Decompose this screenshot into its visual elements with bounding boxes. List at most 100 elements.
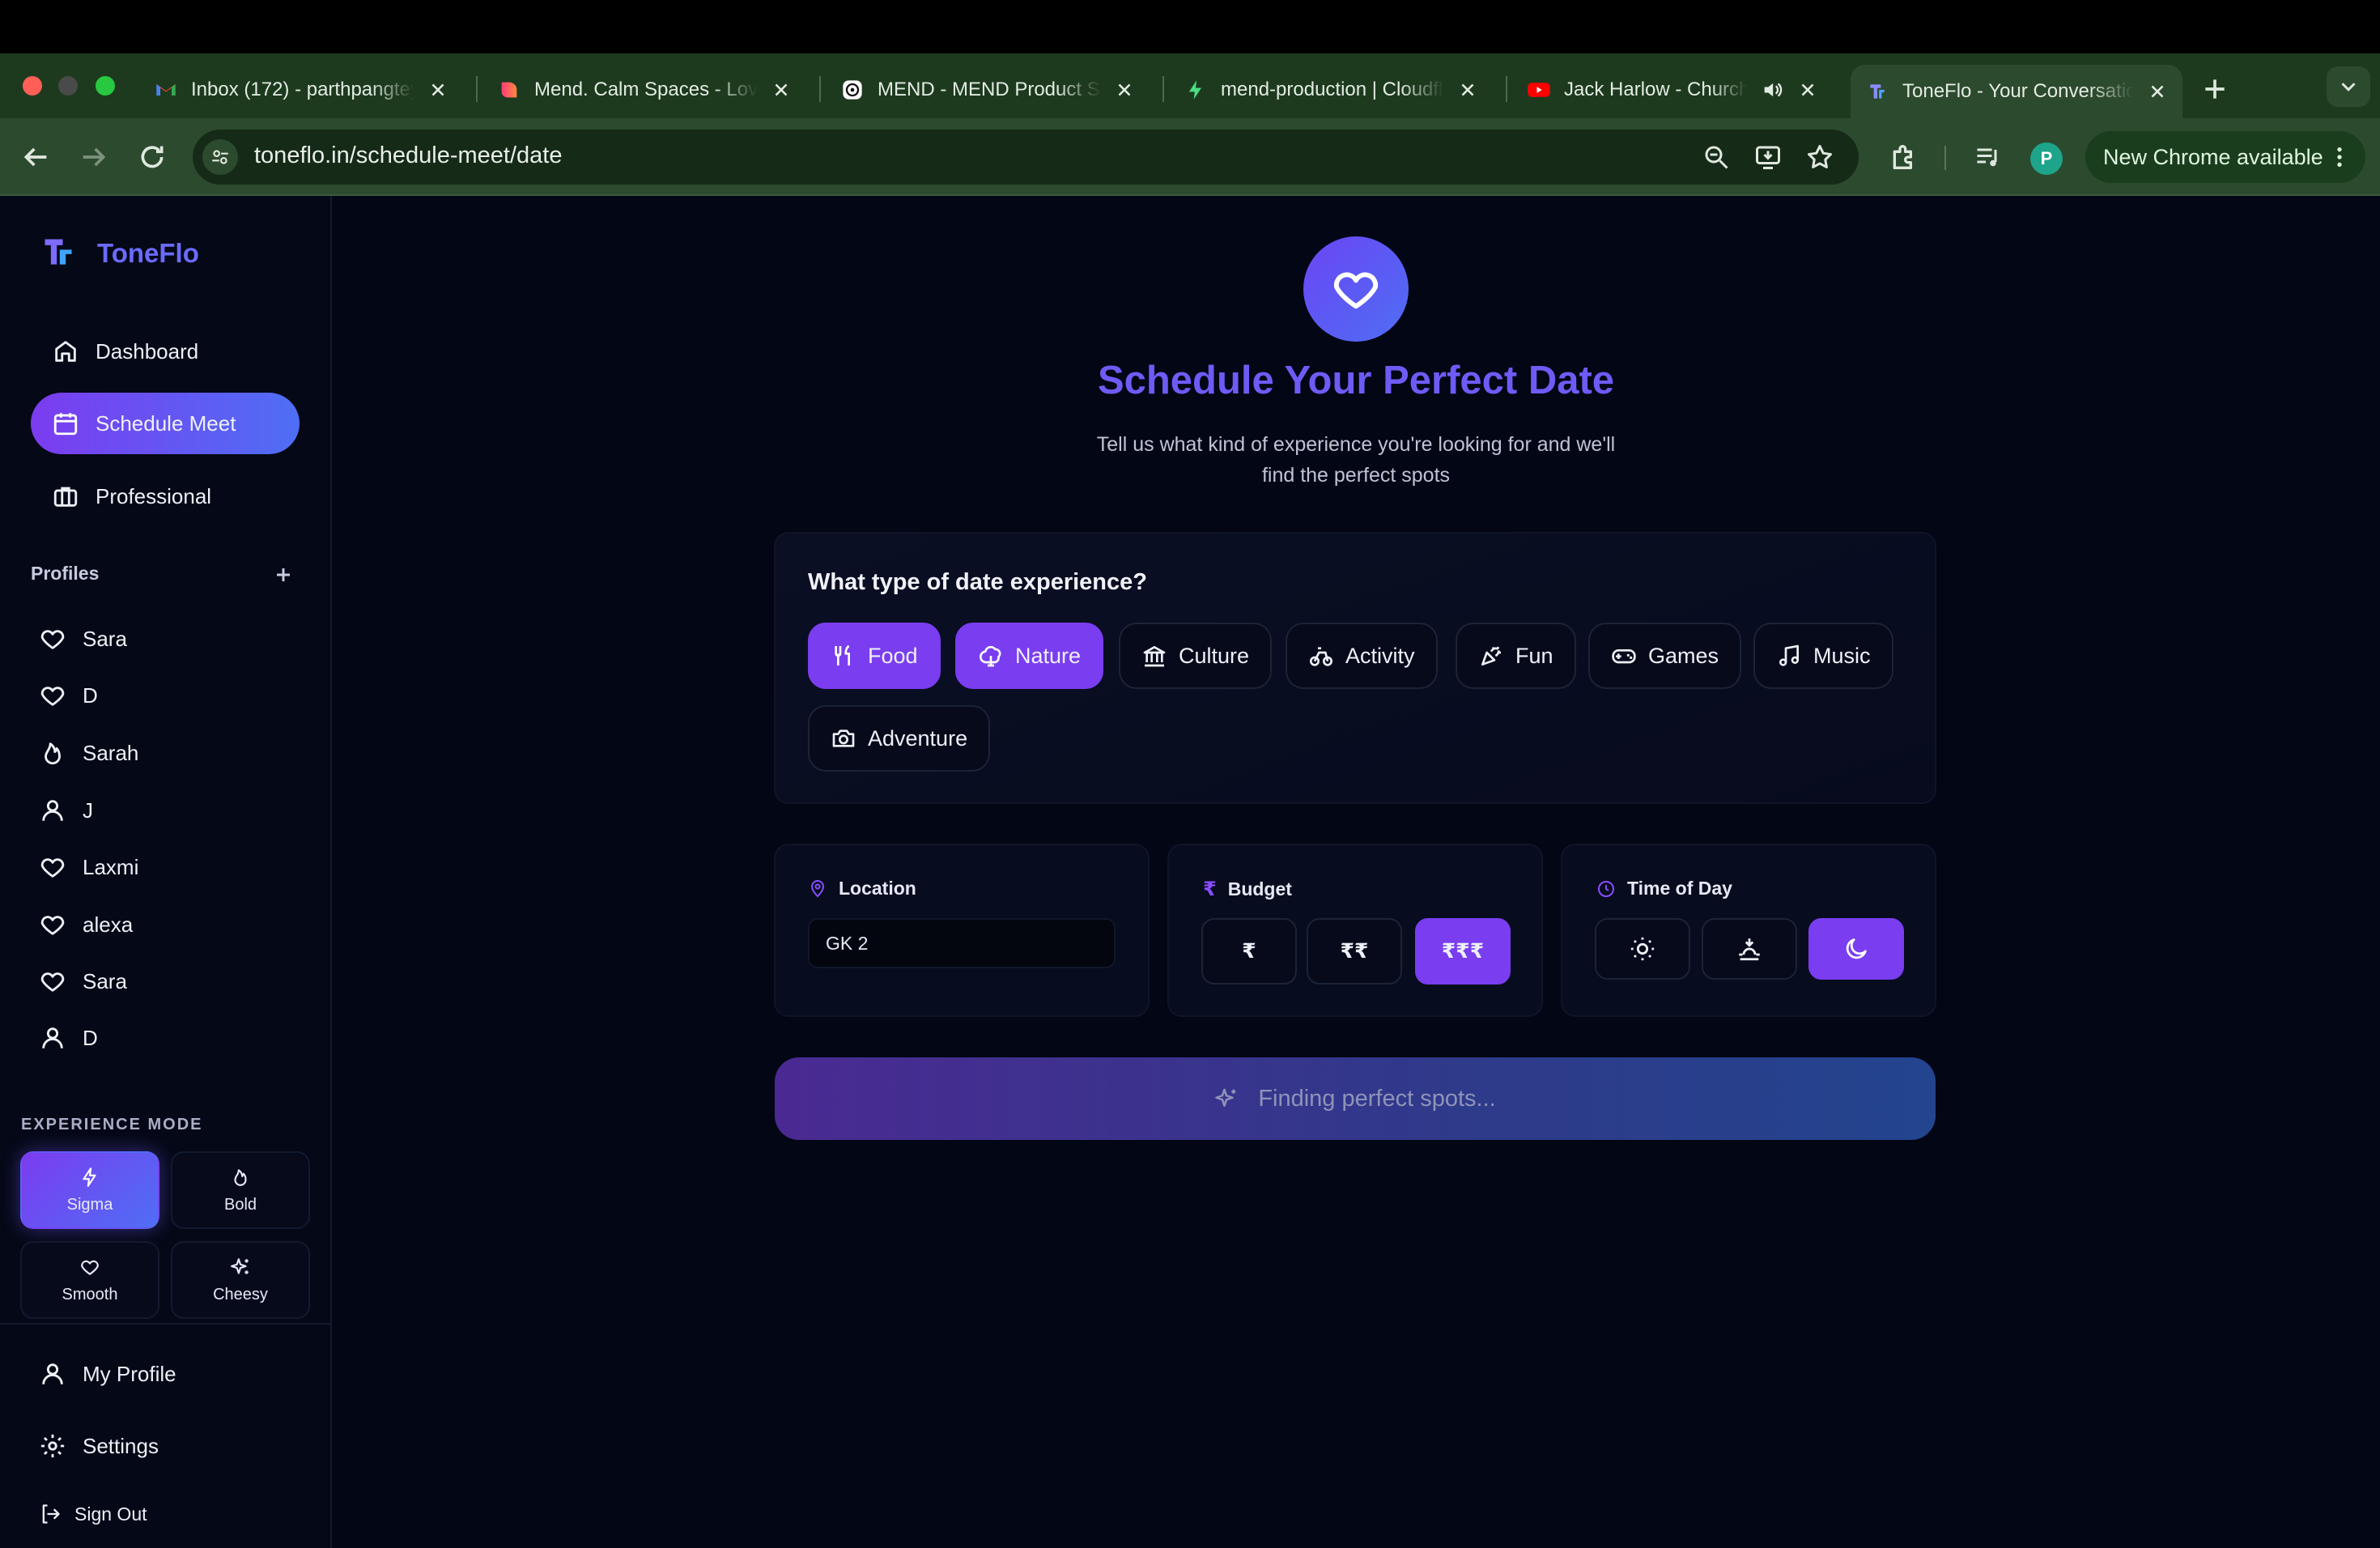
time-option-morning[interactable] xyxy=(1595,918,1690,980)
footer-label: Settings xyxy=(83,1433,159,1458)
type-chip-games[interactable]: Games xyxy=(1588,623,1742,689)
budget-option-low[interactable]: ₹ xyxy=(1201,918,1297,985)
kebab-menu-icon[interactable] xyxy=(2327,144,2352,170)
budget-card: ₹ Budget ₹ ₹₹ ₹₹₹ xyxy=(1167,844,1543,1017)
profile-name: Sarah xyxy=(83,740,139,765)
browser-tab-lovable[interactable]: Mend. Calm Spaces - Lovable xyxy=(482,65,806,115)
profile-name: Sara xyxy=(83,626,127,651)
profile-item[interactable]: J xyxy=(39,790,93,831)
brand-name[interactable]: ToneFlo xyxy=(97,238,199,269)
mode-bold-button[interactable]: Bold xyxy=(171,1151,310,1229)
profile-name: Laxmi xyxy=(83,854,139,879)
new-tab-plus-icon[interactable] xyxy=(2199,73,2231,105)
toolbar-separator xyxy=(1944,146,1946,170)
window-maximize-button[interactable] xyxy=(96,76,115,96)
profile-item[interactable]: D xyxy=(39,675,98,716)
nav-item-professional[interactable]: Professional xyxy=(31,466,300,527)
date-type-question: What type of date experience? xyxy=(808,569,1147,595)
browser-tab-youtube[interactable]: Jack Harlow - Churchill Downs xyxy=(1512,65,1833,115)
sun-icon xyxy=(1630,937,1655,961)
flame-icon xyxy=(234,1168,247,1186)
media-queue-icon[interactable] xyxy=(1974,142,2003,172)
nav-item-label: Professional xyxy=(96,483,212,508)
tree-icon xyxy=(980,645,1001,667)
budget-option-high[interactable]: ₹₹₹ xyxy=(1415,918,1511,985)
mode-sigma-button[interactable]: Sigma xyxy=(20,1151,159,1229)
mode-cheesy-button[interactable]: Cheesy xyxy=(171,1241,310,1319)
browser-tab-mend-spec[interactable]: MEND - MEND Product Spec xyxy=(826,65,1150,115)
back-arrow-icon[interactable] xyxy=(19,141,52,173)
location-input[interactable]: GK 2 xyxy=(808,918,1116,968)
type-chip-fun[interactable]: Fun xyxy=(1456,623,1576,689)
tab-search-chevron-down-icon[interactable] xyxy=(2327,66,2370,107)
close-icon[interactable] xyxy=(427,79,448,100)
install-app-icon[interactable] xyxy=(1753,142,1783,172)
close-icon[interactable] xyxy=(1114,79,1135,100)
mode-label: Cheesy xyxy=(213,1285,268,1303)
heart-icon xyxy=(40,916,65,935)
extensions-puzzle-icon[interactable] xyxy=(1888,141,1920,173)
profile-name: alexa xyxy=(83,912,134,937)
mode-smooth-button[interactable]: Smooth xyxy=(20,1241,159,1319)
profile-item[interactable]: D xyxy=(39,1018,98,1058)
time-option-evening[interactable] xyxy=(1702,918,1797,980)
profile-item[interactable]: Sarah xyxy=(39,733,138,773)
site-settings-icon[interactable] xyxy=(202,139,238,175)
close-icon[interactable] xyxy=(2147,81,2168,102)
chip-label: Nature xyxy=(1015,643,1082,668)
music-icon xyxy=(1779,644,1799,666)
tab-title: Mend. Calm Spaces - Lovable xyxy=(534,79,758,100)
type-chip-culture[interactable]: Culture xyxy=(1119,623,1273,689)
add-profile-plus-icon[interactable] xyxy=(270,562,296,588)
browser-tab-toneflo[interactable]: ToneFlo - Your Conversation xyxy=(1851,65,2182,118)
sidebar-divider xyxy=(0,1323,332,1325)
type-chip-nature[interactable]: Nature xyxy=(955,623,1104,689)
zoom-icon[interactable] xyxy=(1702,142,1731,172)
nav-item-schedule-meet[interactable]: Schedule Meet xyxy=(31,393,300,454)
browser-tab-gmail[interactable]: Inbox (172) - parthpangtey xyxy=(139,65,463,115)
window-close-button[interactable] xyxy=(23,76,42,96)
bookmark-star-icon[interactable] xyxy=(1805,142,1834,172)
new-chrome-available-button[interactable]: New Chrome available xyxy=(2085,131,2365,183)
chip-label: Fun xyxy=(1515,643,1553,668)
url-text[interactable]: toneflo.in/schedule-meet/date xyxy=(254,142,562,169)
browser-tab-cloudflare[interactable]: mend-production | Cloudflare xyxy=(1169,65,1493,115)
reload-icon[interactable] xyxy=(136,141,168,173)
close-icon[interactable] xyxy=(1457,79,1478,100)
nav-item-dashboard[interactable]: Dashboard xyxy=(31,321,300,382)
page-title: Schedule Your Perfect Date xyxy=(1097,359,1615,402)
type-chip-activity[interactable]: Activity xyxy=(1286,623,1438,689)
mode-label: Smooth xyxy=(62,1285,118,1303)
party-popper-icon xyxy=(1481,646,1501,666)
time-option-night[interactable] xyxy=(1808,918,1904,980)
heart-icon xyxy=(81,1260,99,1275)
subtitle-line: find the perfect spots xyxy=(1261,464,1451,487)
gamepad-icon xyxy=(1612,649,1636,664)
close-icon[interactable] xyxy=(771,79,792,100)
profile-item[interactable]: Sara xyxy=(39,619,127,659)
find-spots-button[interactable]: Finding perfect spots... xyxy=(775,1057,1936,1140)
profile-item[interactable]: Sara xyxy=(39,961,127,1002)
type-chip-adventure[interactable]: Adventure xyxy=(808,705,991,772)
forward-arrow-icon[interactable] xyxy=(78,141,110,173)
profile-item[interactable]: alexa xyxy=(39,904,133,945)
close-icon[interactable] xyxy=(1797,79,1818,100)
chip-label: Activity xyxy=(1345,643,1415,668)
speaker-icon[interactable] xyxy=(1760,78,1784,102)
tab-title: ToneFlo - Your Conversation xyxy=(1902,80,2134,102)
my-profile-link[interactable]: My Profile xyxy=(39,1354,176,1394)
profile-name: D xyxy=(83,1025,98,1050)
sign-out-button[interactable]: Sign Out xyxy=(39,1494,147,1534)
settings-link[interactable]: Settings xyxy=(39,1426,159,1466)
window-minimize-button[interactable] xyxy=(58,76,78,96)
user-icon xyxy=(42,1027,63,1048)
budget-option-medium[interactable]: ₹₹ xyxy=(1307,918,1402,985)
type-chip-music[interactable]: Music xyxy=(1753,623,1893,689)
briefcase-icon xyxy=(53,487,78,507)
sparkles-icon xyxy=(1215,1088,1236,1107)
type-chip-food[interactable]: Food xyxy=(808,623,941,689)
system-top-bar xyxy=(0,0,2380,53)
profile-avatar[interactable]: P xyxy=(2030,142,2063,175)
profile-item[interactable]: Laxmi xyxy=(39,847,138,887)
mode-label: Sigma xyxy=(66,1195,113,1214)
